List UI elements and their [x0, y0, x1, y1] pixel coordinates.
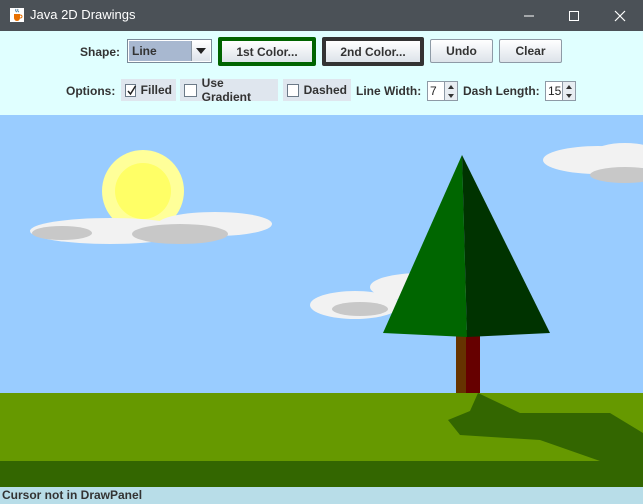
close-button[interactable] [597, 0, 643, 31]
title-bar: Java 2D Drawings [0, 0, 643, 31]
use-gradient-checkbox-box[interactable] [184, 83, 197, 97]
dark-grass [0, 461, 643, 487]
shape-label: Shape: [80, 45, 121, 59]
window-title: Java 2D Drawings [30, 7, 136, 22]
clear-button[interactable]: Clear [499, 39, 562, 63]
spinner-down-icon[interactable] [444, 91, 457, 100]
maximize-icon [569, 10, 579, 21]
app-window: Java 2D Drawings Shape: Line 1st Color..… [0, 0, 643, 504]
use-gradient-label: Use Gradient [201, 76, 251, 104]
status-text: Cursor not in DrawPanel [2, 488, 143, 502]
filled-label: Filled [140, 83, 172, 97]
status-bar: Cursor not in DrawPanel [0, 487, 643, 504]
dash-length-label: Dash Length: [463, 84, 540, 98]
line-width-value: 7 [430, 84, 437, 98]
first-color-button[interactable]: 1st Color... [218, 37, 316, 66]
dash-length-value: 15 [548, 84, 562, 98]
shape-combo-value: Line [129, 41, 191, 61]
chevron-down-icon[interactable] [191, 41, 210, 61]
spinner-down-icon[interactable] [562, 91, 575, 100]
close-icon [614, 10, 626, 21]
undo-button[interactable]: Undo [430, 39, 493, 63]
maximize-button[interactable] [551, 0, 597, 31]
toolbar: Shape: Line 1st Color... 2nd Color... Un… [0, 31, 643, 115]
dashed-checkbox-box[interactable] [287, 83, 299, 97]
java-cup-icon [10, 8, 24, 22]
filled-checkbox-box[interactable] [125, 83, 137, 97]
dash-length-spinner[interactable]: 15 [545, 81, 576, 101]
shape-combo[interactable]: Line [127, 39, 212, 63]
options-label: Options: [66, 84, 116, 98]
line-width-spinner[interactable]: 7 [427, 81, 458, 101]
tree-trunk-dark [466, 330, 480, 393]
draw-panel[interactable] [0, 115, 643, 487]
dashed-checkbox[interactable]: Dashed [283, 79, 351, 101]
dashed-label: Dashed [303, 83, 347, 97]
filled-checkbox[interactable]: Filled [121, 79, 176, 101]
use-gradient-checkbox[interactable]: Use Gradient [180, 76, 278, 104]
minimize-button[interactable] [506, 0, 552, 31]
tree-trunk-light [456, 330, 466, 393]
checkmark-icon [127, 85, 137, 95]
line-width-label: Line Width: [356, 84, 422, 98]
minimize-icon [524, 15, 534, 16]
second-color-button[interactable]: 2nd Color... [322, 37, 424, 66]
